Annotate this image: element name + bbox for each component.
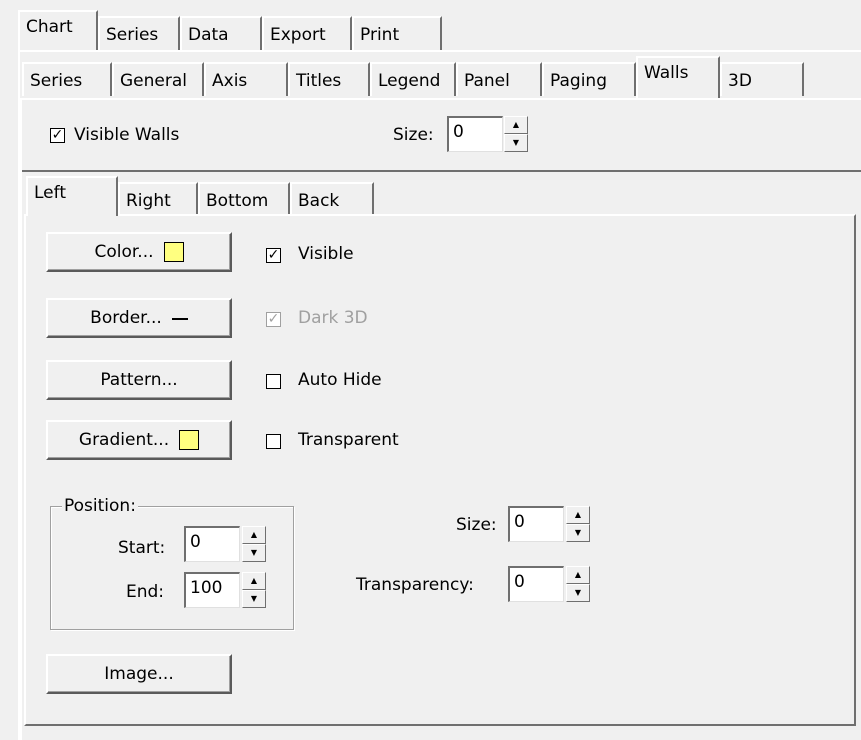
end-spinner[interactable]: ▲ ▼ <box>242 572 266 608</box>
top-tab-strip: Chart Series Data Export Print <box>0 0 861 50</box>
start-spinner[interactable]: ▲ ▼ <box>242 526 266 562</box>
tab-walls[interactable]: Walls <box>636 56 720 98</box>
visible-walls-checkbox[interactable]: ✓ <box>50 128 65 143</box>
tab-axis[interactable]: Axis <box>204 62 288 96</box>
visible-checkbox[interactable]: ✓ <box>266 248 281 263</box>
tab-series[interactable]: Series <box>22 62 112 96</box>
tab-data[interactable]: Data <box>180 16 262 50</box>
image-button[interactable]: Image... <box>46 654 232 694</box>
spin-up-icon[interactable]: ▲ <box>504 116 528 134</box>
spin-up-icon[interactable]: ▲ <box>242 572 266 590</box>
wall-size-label: Size: <box>456 515 497 535</box>
walls-size-spinner[interactable]: ▲ ▼ <box>504 116 528 152</box>
border-line-icon <box>171 318 188 320</box>
color-button-label: Color... <box>94 242 154 262</box>
wall-size-input[interactable]: 0 <box>508 506 564 542</box>
wall-size-spinner[interactable]: ▲ ▼ <box>566 506 590 542</box>
tab-legend[interactable]: Legend <box>370 62 456 96</box>
spin-up-icon[interactable]: ▲ <box>566 566 590 584</box>
position-group-label: Position: <box>62 496 138 516</box>
image-button-label: Image... <box>104 664 174 684</box>
transparency-input[interactable]: 0 <box>508 566 564 602</box>
dark3d-label: Dark 3D <box>298 308 368 328</box>
end-input[interactable]: 100 <box>184 572 240 608</box>
tab-general[interactable]: General <box>112 62 204 96</box>
tab-titles[interactable]: Titles <box>288 62 370 96</box>
autohide-checkbox[interactable] <box>266 374 281 389</box>
spin-down-icon[interactable]: ▼ <box>566 524 590 542</box>
tab-print[interactable]: Print <box>352 16 442 50</box>
gradient-swatch-icon <box>179 430 200 450</box>
tab-right[interactable]: Right <box>118 182 198 216</box>
autohide-label: Auto Hide <box>298 370 382 390</box>
tab-chart[interactable]: Chart <box>18 10 98 50</box>
left-wall-page <box>24 214 856 726</box>
tab-series-top[interactable]: Series <box>98 16 180 50</box>
border-button[interactable]: Border... <box>46 298 232 338</box>
spin-down-icon[interactable]: ▼ <box>504 134 528 152</box>
tab-export[interactable]: Export <box>262 16 352 50</box>
spin-down-icon[interactable]: ▼ <box>566 584 590 602</box>
spin-down-icon[interactable]: ▼ <box>242 590 266 608</box>
pattern-button[interactable]: Pattern... <box>46 360 232 400</box>
color-button[interactable]: Color... <box>46 232 232 272</box>
spin-up-icon[interactable]: ▲ <box>566 506 590 524</box>
tab-3d[interactable]: 3D <box>720 62 804 96</box>
gradient-button-label: Gradient... <box>78 430 170 450</box>
transparent-checkbox[interactable] <box>266 434 281 449</box>
walls-size-input[interactable]: 0 <box>447 116 503 152</box>
tab-paging[interactable]: Paging <box>542 62 636 96</box>
dark3d-checkbox[interactable]: ✓ <box>266 312 281 327</box>
border-button-label: Border... <box>90 308 162 328</box>
spin-down-icon[interactable]: ▼ <box>242 544 266 562</box>
color-swatch-icon <box>163 242 184 262</box>
end-label: End: <box>126 582 165 602</box>
transparency-spinner[interactable]: ▲ ▼ <box>566 566 590 602</box>
tab-bottom[interactable]: Bottom <box>198 182 290 216</box>
position-groupbox <box>50 506 294 630</box>
spin-up-icon[interactable]: ▲ <box>242 526 266 544</box>
visible-walls-label: Visible Walls <box>74 125 180 145</box>
transparent-label: Transparent <box>298 430 399 450</box>
gradient-button[interactable]: Gradient... <box>46 420 232 460</box>
walls-size-label: Size: <box>393 125 434 145</box>
tab-panel[interactable]: Panel <box>456 62 542 96</box>
tab-back[interactable]: Back <box>290 182 374 216</box>
pattern-button-label: Pattern... <box>100 370 178 390</box>
start-input[interactable]: 0 <box>184 526 240 562</box>
start-label: Start: <box>118 538 166 558</box>
chart-tab-strip: Series General Axis Titles Legend Panel … <box>18 54 861 100</box>
tab-left[interactable]: Left <box>26 176 118 216</box>
transparency-label: Transparency: <box>356 575 474 595</box>
visible-label: Visible <box>298 244 354 264</box>
wall-tab-strip: Left Right Bottom Back <box>22 174 861 216</box>
